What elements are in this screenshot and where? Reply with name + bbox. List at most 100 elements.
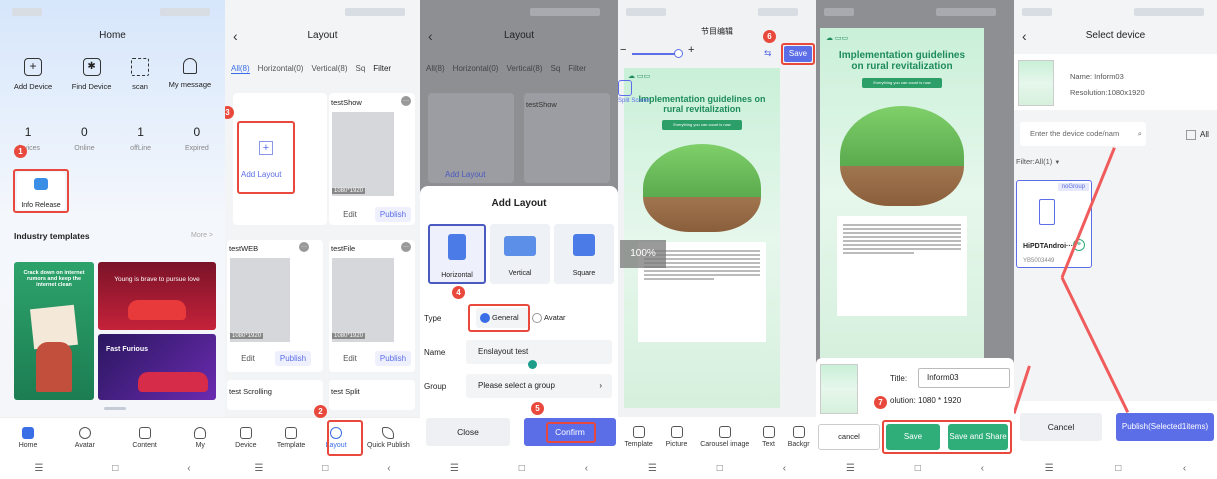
tab-square[interactable]: Sq	[355, 64, 365, 74]
tab-vertical[interactable]: Vertical(8)	[311, 64, 347, 74]
tool-background[interactable]: Backgr	[788, 426, 810, 448]
name-input[interactable]: Enslayout test	[466, 340, 612, 364]
poster-canvas[interactable]: ☁ ▭▭ Implementation guidelines on rural …	[624, 68, 780, 408]
edit-button[interactable]: Edit	[235, 351, 261, 366]
orientation-horizontal[interactable]: Horizontal	[428, 224, 486, 284]
tool-text[interactable]: Text	[762, 426, 775, 448]
more-link[interactable]: More >	[191, 232, 213, 239]
add-device-button[interactable]: + Add Device	[14, 58, 52, 91]
stat-expired[interactable]: 0 Expired	[172, 125, 222, 152]
back-chevron-icon[interactable]: ‹	[187, 463, 190, 474]
close-button[interactable]: Close	[426, 418, 510, 446]
split-screen-icon[interactable]	[618, 80, 632, 96]
device-search-input[interactable]: Enter the device code/nam ⌕	[1020, 122, 1146, 146]
status-bar-placeholder	[12, 8, 42, 16]
filter-dropdown[interactable]: Filter:All(1) ▼	[1016, 157, 1060, 166]
select-all-label: All	[1200, 130, 1209, 139]
tool-picture[interactable]: Picture	[666, 426, 687, 448]
menu-icon[interactable]: ☰	[34, 463, 43, 474]
zoom-in-icon[interactable]: +	[688, 44, 694, 56]
back-chevron-icon[interactable]: ‹	[585, 463, 588, 474]
menu-icon[interactable]: ☰	[846, 463, 855, 474]
zoom-slider-handle[interactable]	[674, 49, 683, 58]
tab-all[interactable]: All(8)	[426, 64, 445, 73]
menu-icon[interactable]: ☰	[1045, 463, 1054, 474]
tool-template[interactable]: Template	[624, 426, 653, 448]
stat-offline[interactable]: 1 offLine	[116, 125, 166, 152]
device-stats: 1 devices 0 Online 1 offLine 0 Expired	[0, 125, 225, 152]
tab-my[interactable]: My	[194, 426, 207, 449]
orientation-square[interactable]: Square	[554, 224, 614, 284]
menu-icon[interactable]: ☰	[648, 463, 657, 474]
resolution-label: 1080*1920	[230, 333, 264, 339]
cancel-button[interactable]: Cancel	[1020, 413, 1102, 441]
tab-label: Device	[235, 441, 257, 449]
home-square-icon[interactable]: □	[322, 463, 328, 474]
tab-label: Content	[132, 441, 157, 449]
highlight-box	[327, 420, 363, 456]
tab-horizontal[interactable]: Horizontal(0)	[258, 64, 304, 74]
more-icon[interactable]: ···	[299, 242, 309, 252]
quick-actions: + Add Device ✱ Find Device scan My messa…	[0, 58, 225, 91]
stat-devices[interactable]: 1 devices	[3, 125, 53, 152]
publish-button[interactable]: Publish	[275, 351, 311, 366]
zoom-slider[interactable]	[632, 53, 678, 55]
template-card[interactable]: Fast Furious	[98, 334, 216, 400]
layout-name: testWEB	[229, 244, 259, 253]
tab-vertical[interactable]: Vertical(8)	[506, 64, 542, 73]
template-card[interactable]: Crack down on internet rumors and keep t…	[14, 262, 94, 400]
edit-button[interactable]: Edit	[337, 351, 363, 366]
more-icon[interactable]: ···	[401, 242, 411, 252]
save-screen: ☁ ▭▭ Implementation guidelines on rural …	[816, 0, 1014, 479]
back-chevron-icon[interactable]: ‹	[1183, 463, 1186, 474]
tool-carousel[interactable]: Carousel image	[700, 426, 749, 448]
tab-home[interactable]: Home	[19, 426, 37, 449]
title-value: Inform03	[927, 373, 959, 382]
back-chevron-icon[interactable]: ‹	[783, 463, 786, 474]
orientation-vertical[interactable]: Vertical	[490, 224, 550, 284]
home-square-icon[interactable]: □	[915, 463, 921, 474]
select-all-checkbox[interactable]	[1186, 130, 1196, 140]
find-device-button[interactable]: ✱ Find Device	[72, 58, 111, 91]
tab-horizontal[interactable]: Horizontal(0)	[453, 64, 499, 73]
back-chevron-icon[interactable]: ‹	[981, 463, 984, 474]
filter-button[interactable]: Filter	[373, 64, 391, 74]
tab-device[interactable]: Device	[235, 426, 257, 449]
group-select[interactable]: Please select a group ›	[466, 374, 612, 398]
home-square-icon[interactable]: □	[717, 463, 723, 474]
my-message-button[interactable]: My message	[169, 58, 211, 91]
tab-avatar[interactable]: Avatar	[75, 426, 95, 449]
tab-content[interactable]: Content	[132, 426, 157, 449]
scan-button[interactable]: scan	[131, 58, 150, 91]
publish-button[interactable]: Publish(Selected1items)	[1116, 413, 1214, 441]
text-cursor-handle[interactable]	[528, 360, 537, 369]
split-screen-label[interactable]: Split Screen	[618, 98, 650, 104]
menu-icon[interactable]: ☰	[254, 463, 263, 474]
more-icon[interactable]: ···	[401, 96, 411, 106]
bottom-tab-bar: Home Avatar Content My	[0, 417, 225, 457]
title-input[interactable]: Inform03	[918, 368, 1010, 388]
home-square-icon[interactable]: □	[1115, 463, 1121, 474]
template-card[interactable]: Young is brave to pursue love	[98, 262, 216, 330]
tab-all[interactable]: All(8)	[231, 64, 250, 74]
tab-template[interactable]: Template	[276, 426, 306, 449]
type-avatar-radio[interactable]: Avatar	[530, 308, 584, 328]
carousel-dots	[104, 407, 126, 410]
zoom-out-icon[interactable]: −	[620, 44, 626, 56]
publish-button[interactable]: Publish	[375, 351, 411, 366]
back-chevron-icon[interactable]: ‹	[387, 463, 390, 474]
filter-button[interactable]: Filter	[568, 64, 586, 73]
undo-icon[interactable]: ⇆	[764, 48, 772, 59]
tab-label: Template	[276, 441, 306, 449]
cancel-button[interactable]: cancel	[818, 424, 880, 450]
edit-button[interactable]: Edit	[337, 207, 363, 222]
home-square-icon[interactable]: □	[519, 463, 525, 474]
tab-quick-publish[interactable]: Quick Publish	[367, 426, 410, 449]
publish-button[interactable]: Publish	[375, 207, 411, 222]
menu-icon[interactable]: ☰	[450, 463, 459, 474]
home-square-icon[interactable]: □	[112, 463, 118, 474]
stat-label: Expired	[185, 145, 209, 152]
stat-online[interactable]: 0 Online	[59, 125, 109, 152]
system-nav-bar: ☰ □ ‹	[420, 457, 618, 479]
tab-square[interactable]: Sq	[550, 64, 560, 73]
